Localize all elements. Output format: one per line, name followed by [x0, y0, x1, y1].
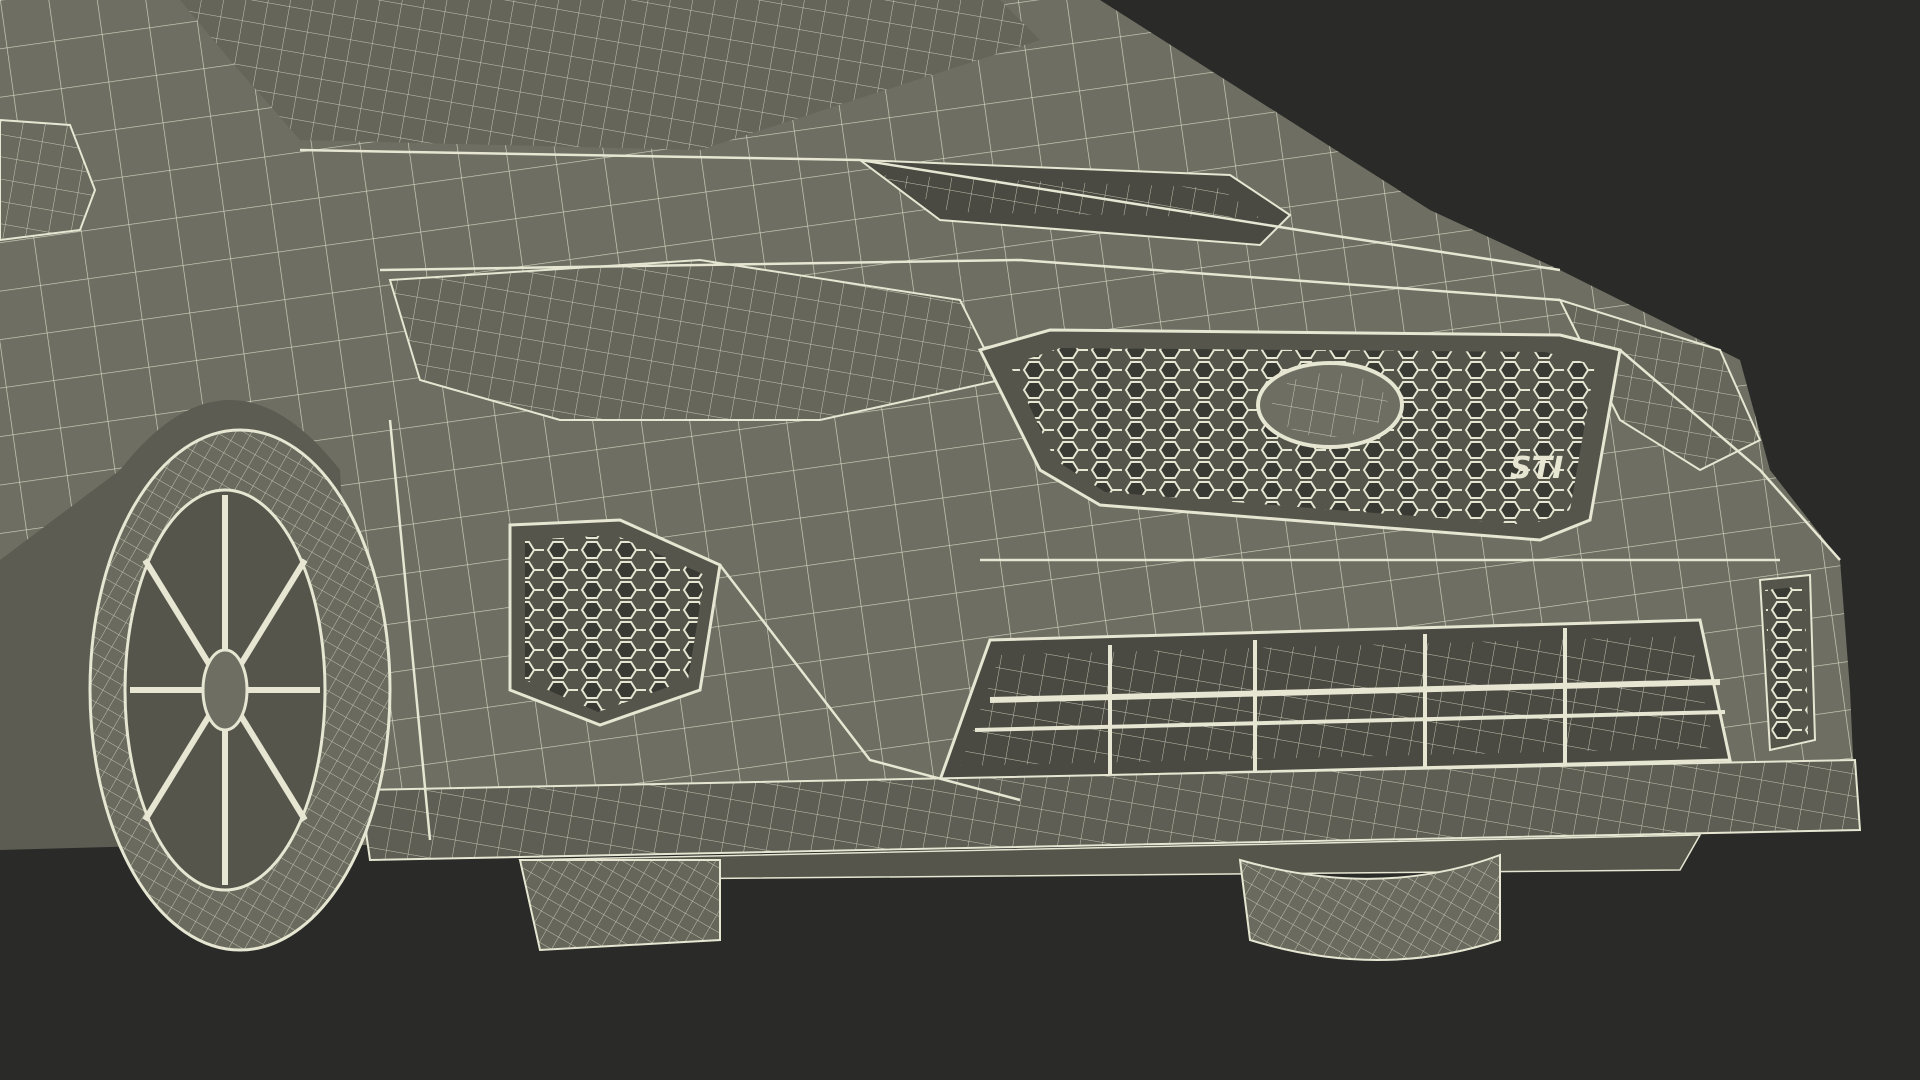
left-front-wheel	[88, 428, 392, 952]
lower-intake	[937, 618, 1732, 782]
side-vent-right	[1758, 573, 1817, 752]
fog-light-vent-left	[508, 518, 722, 727]
brand-emblem	[1256, 361, 1404, 449]
sti-badge: STI	[1510, 451, 1563, 486]
sti-badge-text: STI	[1510, 451, 1563, 486]
render-viewport: STI	[0, 0, 1920, 1080]
car-wireframe-render: STI	[0, 0, 1862, 961]
rear-wheel	[518, 859, 721, 952]
